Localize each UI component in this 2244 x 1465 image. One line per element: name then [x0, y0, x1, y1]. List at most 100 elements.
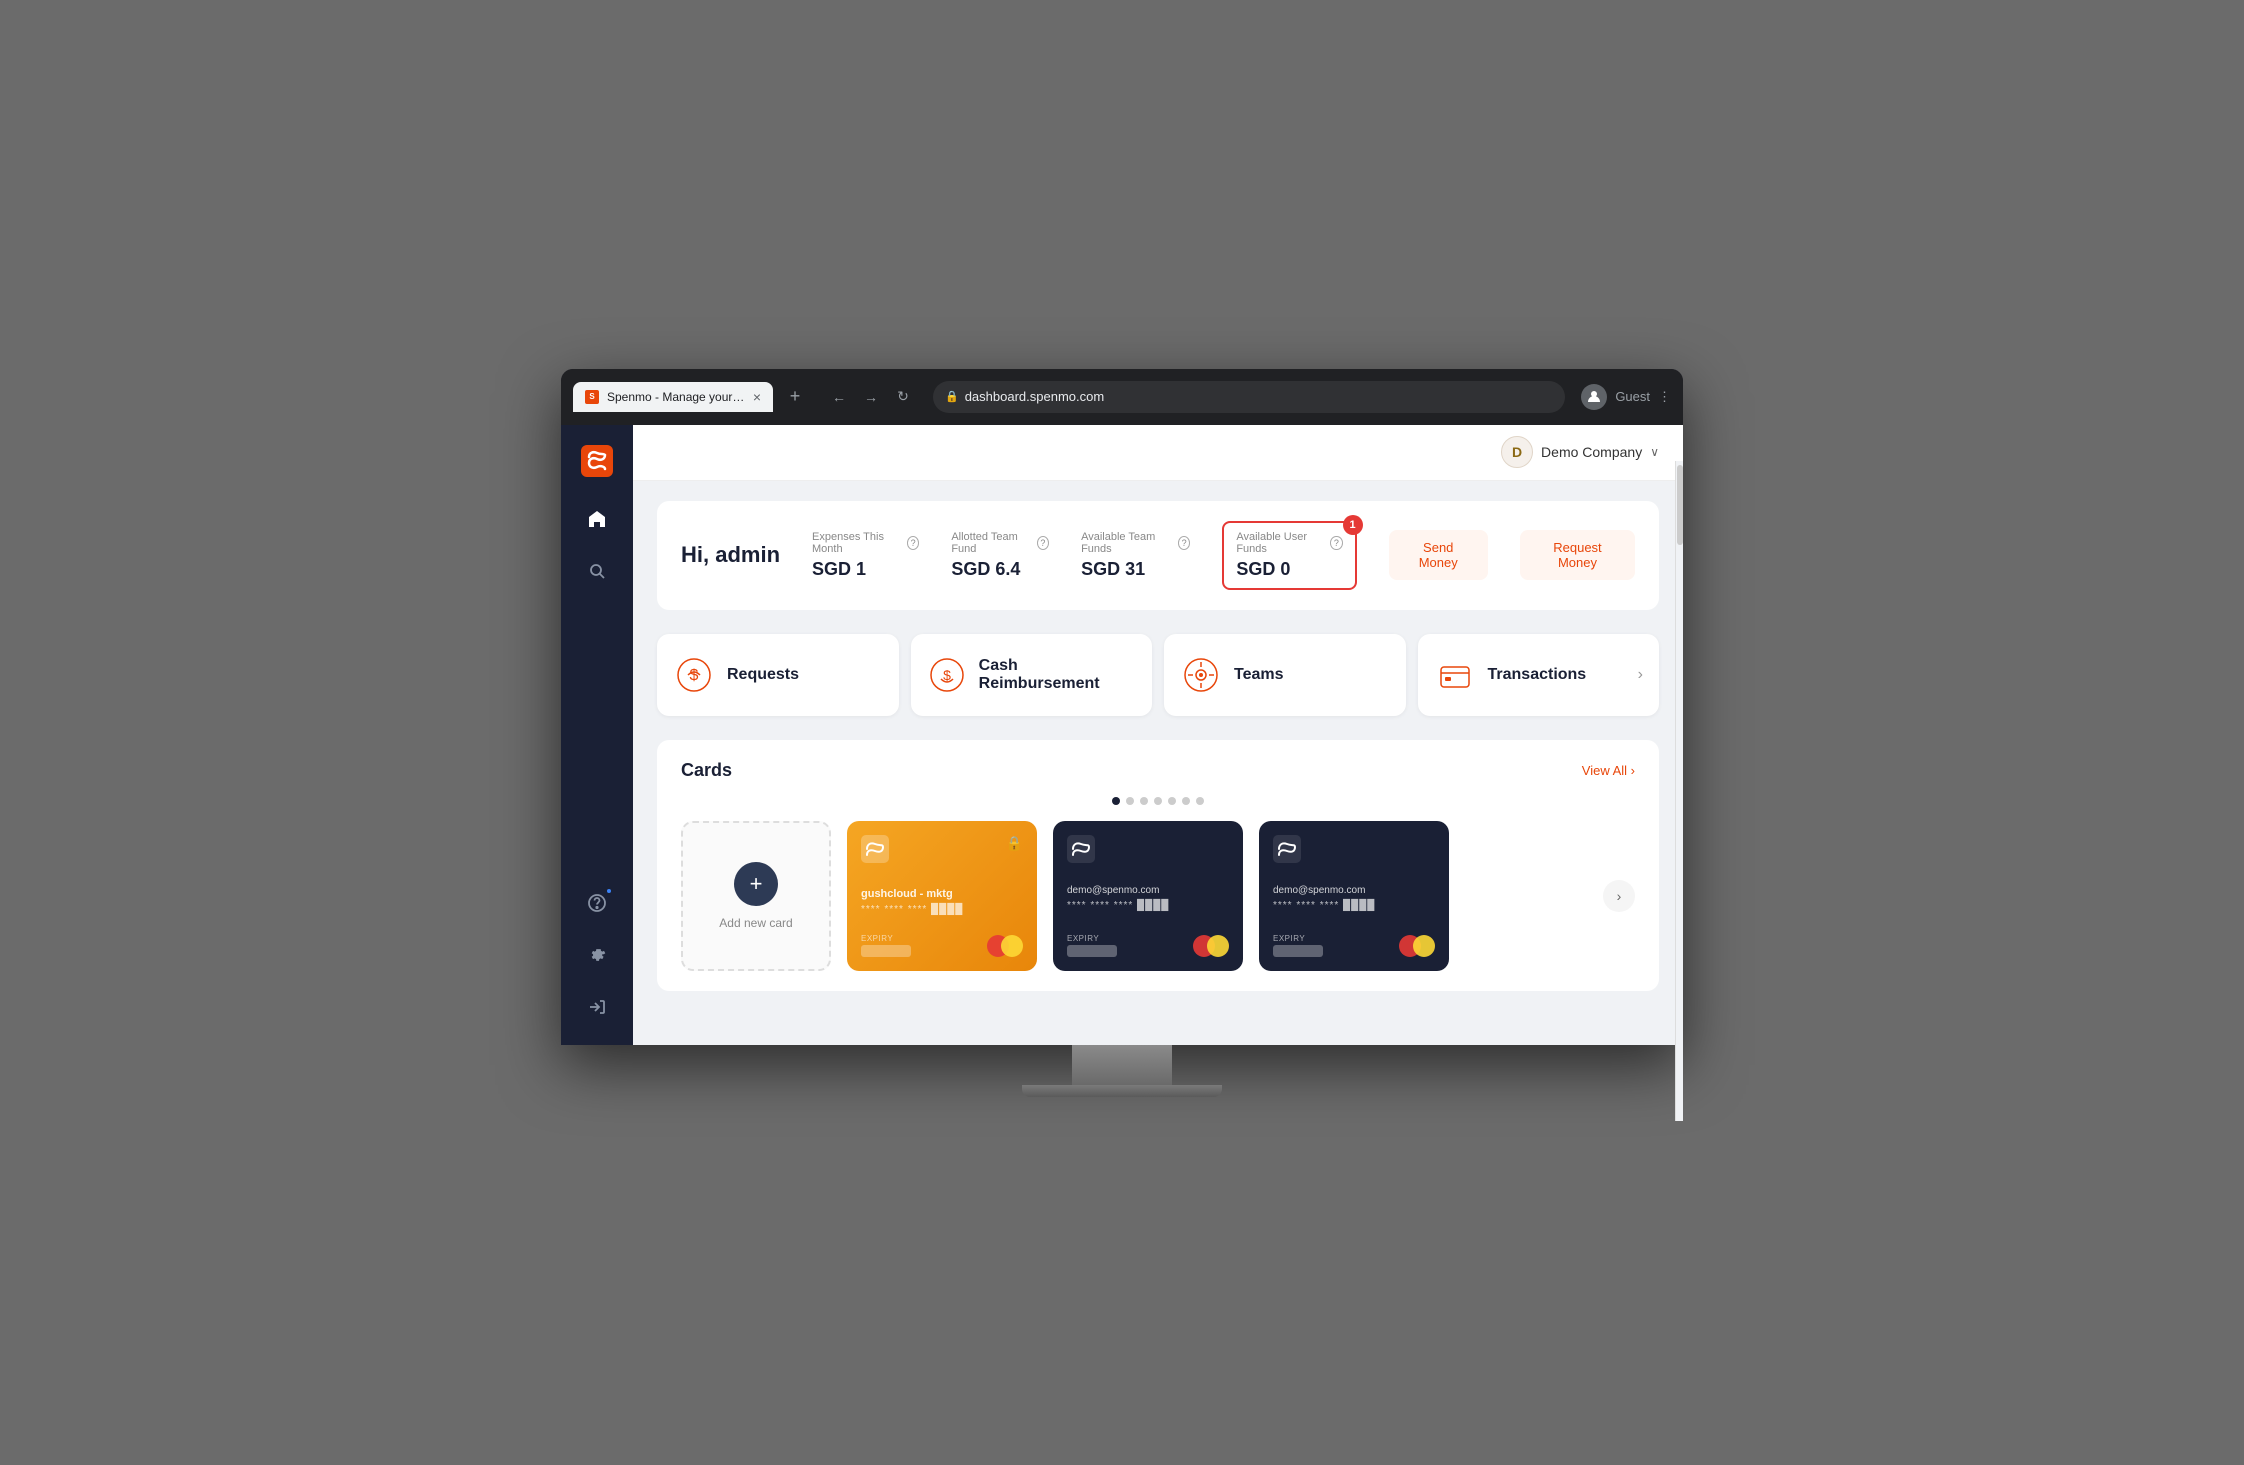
available-user-stat: Available User Funds ? SGD 0 1: [1222, 521, 1356, 590]
chevron-down-icon: ∨: [1650, 445, 1659, 459]
cash-reimbursement-label: Cash Reimbursement: [979, 657, 1136, 693]
sidebar-item-settings[interactable]: [575, 933, 619, 977]
card-lock-icon: 🔒: [1006, 835, 1023, 852]
address-bar[interactable]: 🔒 dashboard.spenmo.com: [933, 381, 1565, 413]
lock-icon: 🔒: [945, 390, 959, 403]
card-logo-gold: [861, 835, 889, 863]
sidebar-item-home[interactable]: [575, 497, 619, 541]
quick-actions-grid: $ Requests $ Cash Reimbursement: [657, 634, 1659, 716]
sidebar-item-logout[interactable]: [575, 985, 619, 1029]
available-team-value: SGD 31: [1081, 559, 1190, 580]
available-user-value: SGD 0: [1236, 559, 1342, 580]
card-email-1: demo@spenmo.com: [1067, 885, 1229, 896]
mastercard-logo: [987, 935, 1023, 957]
card-number-2: **** **** **** ████: [1273, 900, 1435, 911]
cards-header: Cards View All ›: [681, 760, 1635, 781]
quick-action-cash-reimbursement[interactable]: $ Cash Reimbursement: [911, 634, 1153, 716]
card-logo-dark-1: [1067, 835, 1095, 863]
add-card-icon: +: [734, 862, 778, 906]
carousel-dot-1[interactable]: [1112, 797, 1120, 805]
card-expiry-label: EXPIRY: [861, 934, 911, 943]
app-container: D Demo Company ∨ Hi, admin Expenses This…: [561, 425, 1683, 1045]
carousel-dot-3[interactable]: [1140, 797, 1148, 805]
greeting: Hi, admin: [681, 542, 780, 568]
available-team-label: Available Team Funds: [1081, 531, 1174, 555]
browser-chrome: S Spenmo - Manage your compan... × + ← →…: [561, 369, 1683, 425]
quick-action-requests[interactable]: $ Requests: [657, 634, 899, 716]
available-team-stat: Available Team Funds ? SGD 31: [1081, 531, 1190, 580]
back-button[interactable]: ←: [825, 383, 853, 411]
add-card-button[interactable]: + Add new card: [681, 821, 831, 971]
refresh-button[interactable]: ↻: [889, 383, 917, 411]
carousel-dot-5[interactable]: [1168, 797, 1176, 805]
available-user-label: Available User Funds: [1236, 531, 1326, 555]
cards-grid: + Add new card 🔒: [681, 821, 1635, 971]
credit-card-dark-2[interactable]: demo@spenmo.com **** **** **** ████ EXPI…: [1259, 821, 1449, 971]
allotted-stat: Allotted Team Fund ? SGD 6.4: [951, 531, 1049, 580]
carousel-dot-7[interactable]: [1196, 797, 1204, 805]
cards-section: Cards View All ›: [657, 740, 1659, 991]
notification-badge: 1: [1343, 515, 1363, 535]
carousel-dot-2[interactable]: [1126, 797, 1134, 805]
browser-tab[interactable]: S Spenmo - Manage your compan... ×: [573, 382, 773, 412]
sidebar-item-help[interactable]: [575, 881, 619, 925]
company-selector[interactable]: D Demo Company ∨: [1501, 436, 1659, 468]
quick-action-teams[interactable]: Teams: [1164, 634, 1406, 716]
carousel-dots: [681, 797, 1635, 805]
spenmo-logo: [577, 441, 617, 481]
tab-favicon: S: [585, 390, 599, 404]
send-money-button[interactable]: Send Money: [1389, 530, 1488, 580]
stats-row: Hi, admin Expenses This Month ? SGD 1 Al…: [657, 501, 1659, 610]
profile-area: Guest ⋮: [1581, 384, 1671, 410]
card-expiry-value-1: [1067, 945, 1117, 957]
mastercard-logo-2: [1399, 935, 1435, 957]
svg-text:$: $: [690, 667, 699, 684]
allotted-label: Allotted Team Fund: [951, 531, 1032, 555]
available-team-info-icon[interactable]: ?: [1178, 536, 1190, 550]
cards-title: Cards: [681, 760, 732, 781]
expenses-info-icon[interactable]: ?: [907, 536, 919, 550]
allotted-value: SGD 6.4: [951, 559, 1049, 580]
card-expiry-label-1: EXPIRY: [1067, 934, 1117, 943]
company-avatar: D: [1501, 436, 1533, 468]
cards-next-arrow[interactable]: ›: [1603, 880, 1635, 912]
expenses-value: SGD 1: [812, 559, 919, 580]
url-text: dashboard.spenmo.com: [965, 389, 1104, 404]
profile-icon[interactable]: [1581, 384, 1607, 410]
expenses-label: Expenses This Month: [812, 531, 903, 555]
view-all-link[interactable]: View All ›: [1582, 763, 1635, 778]
profile-label: Guest: [1615, 389, 1650, 404]
card-expiry-value-2: [1273, 945, 1323, 957]
credit-card-dark-1[interactable]: demo@spenmo.com **** **** **** ████ EXPI…: [1053, 821, 1243, 971]
monitor-screen: S Spenmo - Manage your compan... × + ← →…: [561, 369, 1683, 1045]
carousel-dot-4[interactable]: [1154, 797, 1162, 805]
requests-label: Requests: [727, 666, 799, 684]
company-name: Demo Company: [1541, 444, 1642, 460]
card-logo-dark-2: [1273, 835, 1301, 863]
sidebar: [561, 425, 633, 1045]
tab-title: Spenmo - Manage your compan...: [607, 390, 745, 404]
browser-menu-icon[interactable]: ⋮: [1658, 389, 1671, 405]
new-tab-button[interactable]: +: [781, 383, 809, 411]
credit-card-gold[interactable]: 🔒 gushcloud - mktg **** **** **** ████ E…: [847, 821, 1037, 971]
request-money-button[interactable]: Request Money: [1520, 530, 1635, 580]
teams-label: Teams: [1234, 666, 1284, 684]
allotted-info-icon[interactable]: ?: [1037, 536, 1049, 550]
card-expiry-value: [861, 945, 911, 957]
forward-button[interactable]: →: [857, 383, 885, 411]
monitor-wrapper: S Spenmo - Manage your compan... × + ← →…: [561, 369, 1683, 1097]
available-user-info-icon[interactable]: ?: [1330, 536, 1342, 550]
teams-icon: [1180, 654, 1222, 696]
requests-icon: $: [673, 654, 715, 696]
sidebar-item-search[interactable]: [575, 549, 619, 593]
card-bottom-2: EXPIRY: [1273, 934, 1435, 957]
tab-close-button[interactable]: ×: [753, 389, 761, 405]
add-card-label: Add new card: [719, 916, 792, 930]
transactions-label: Transactions: [1488, 666, 1587, 684]
card-number-1: **** **** **** ████: [1067, 900, 1229, 911]
transactions-icon: [1434, 654, 1476, 696]
monitor-stand: [561, 1045, 1683, 1097]
card-name: gushcloud - mktg: [861, 888, 1023, 900]
quick-action-transactions[interactable]: Transactions ›: [1418, 634, 1660, 716]
carousel-dot-6[interactable]: [1182, 797, 1190, 805]
